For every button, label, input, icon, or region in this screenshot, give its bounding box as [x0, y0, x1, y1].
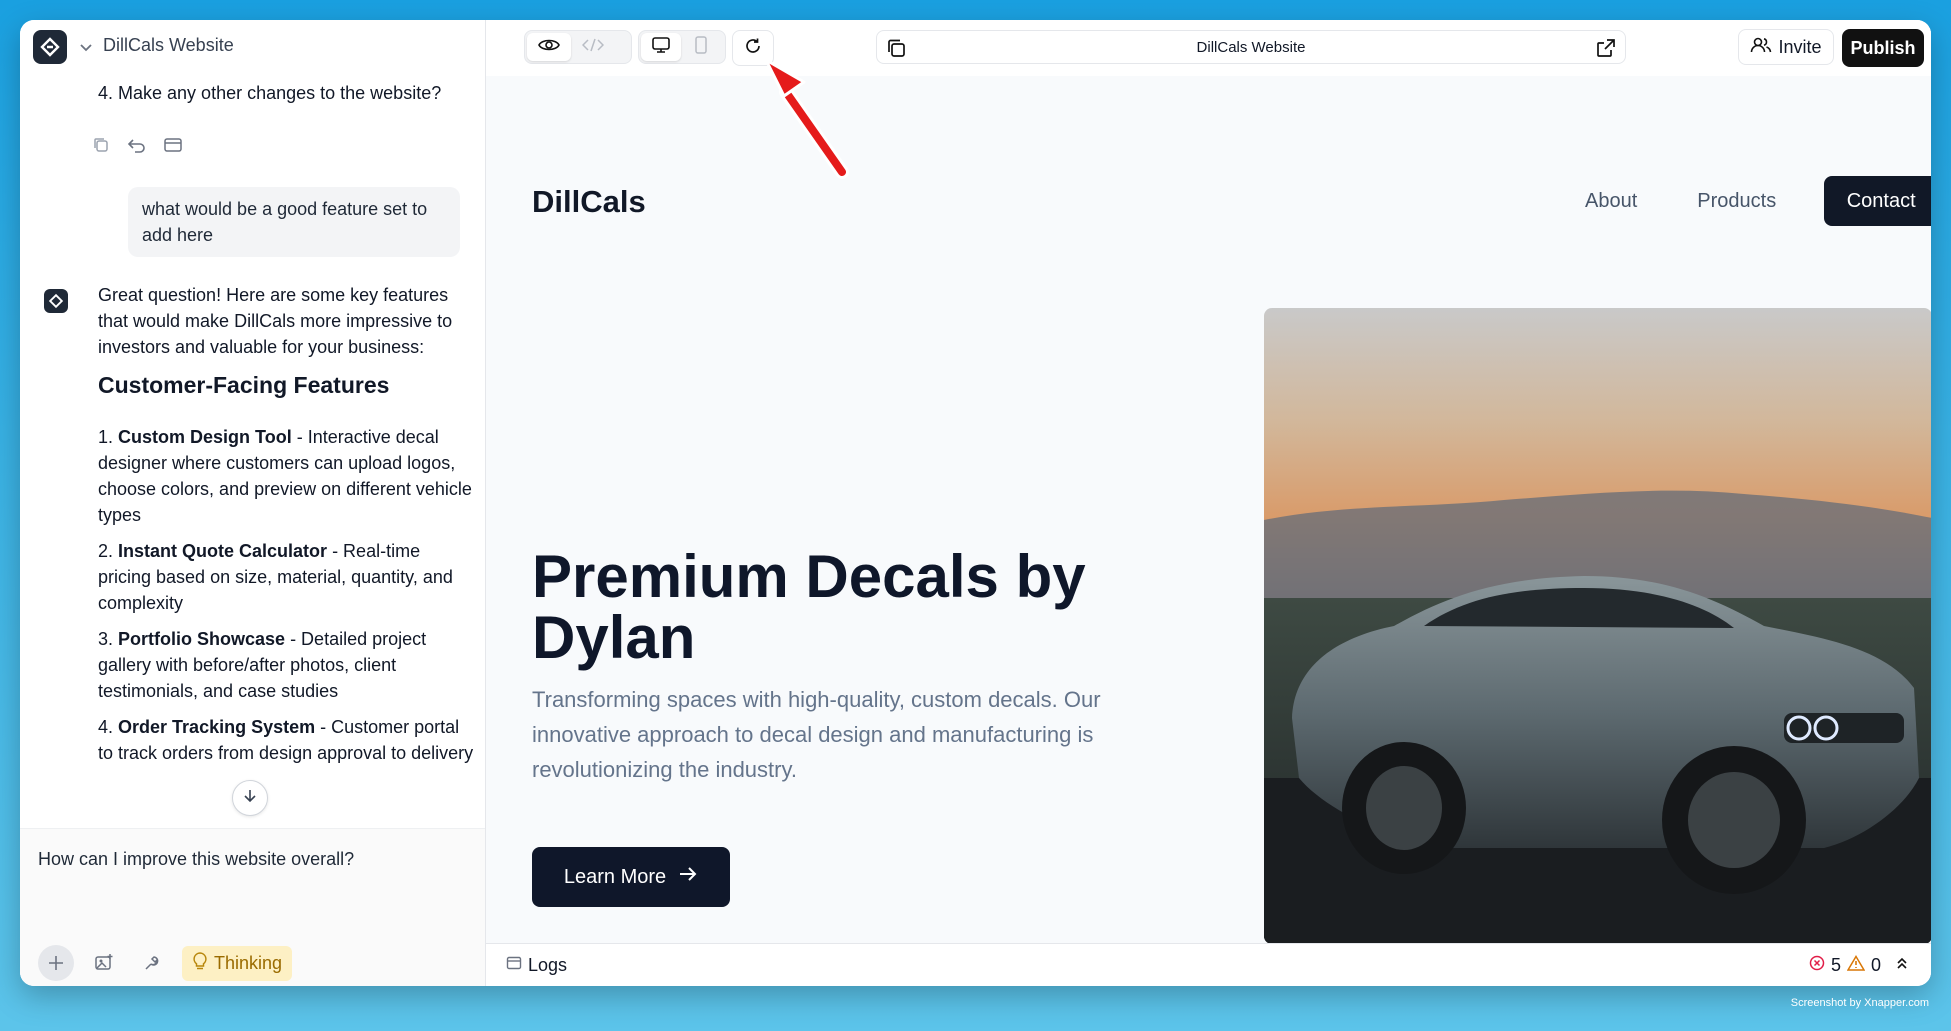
undo-icon[interactable]: [126, 134, 148, 156]
thinking-toggle[interactable]: Thinking: [182, 945, 293, 981]
app-window: DillCals Website 4. Make any other chang…: [20, 20, 1931, 986]
chat-sidebar: DillCals Website 4. Make any other chang…: [20, 20, 486, 986]
list-item: 2. Instant Quote Calculator - Real-time …: [98, 541, 453, 613]
card-view-icon[interactable]: [162, 134, 184, 156]
sidebar-header: DillCals Website: [20, 20, 485, 74]
hero-title: Premium Decals by Dylan: [532, 543, 1086, 671]
warning-count: 0: [1870, 955, 1881, 975]
learn-more-button[interactable]: Learn More: [532, 847, 730, 907]
list-item: 3. Portfolio Showcase - Detailed project…: [98, 629, 427, 701]
scroll-down-button[interactable]: [232, 780, 268, 816]
assistant-intro: Great question! Here are some key featur…: [98, 285, 453, 357]
external-link-icon[interactable]: [1595, 37, 1617, 59]
code-icon: [581, 37, 605, 58]
add-attachment-button[interactable]: [38, 945, 74, 981]
website-preview: DillCals About Products Contact Premium …: [486, 76, 1931, 943]
hero-subtitle: Transforming spaces with high-quality, c…: [532, 687, 1101, 782]
phone-icon: [694, 35, 708, 60]
url-bar[interactable]: DillCals Website: [876, 30, 1626, 64]
chevrons-up-icon[interactable]: [1895, 955, 1909, 976]
refresh-button[interactable]: [732, 30, 774, 66]
lightbulb-icon: [192, 951, 208, 975]
url-title: DillCals Website: [1196, 39, 1306, 56]
desktop-view-button[interactable]: [641, 33, 681, 61]
invite-label: Invite: [1778, 36, 1822, 57]
preview-panel: DillCals Website Invite Publish DillCals…: [486, 20, 1931, 986]
thinking-label: Thinking: [214, 952, 283, 973]
error-icon: [1809, 955, 1825, 976]
list-item: 4. Order Tracking System - Customer port…: [98, 717, 474, 763]
preview-toolbar: DillCals Website Invite Publish: [486, 20, 1931, 77]
list-item: 1. Custom Design Tool - Interactive deca…: [98, 427, 472, 525]
code-view-button[interactable]: [571, 33, 615, 61]
assistant-avatar-icon: [44, 289, 68, 313]
users-icon: [1750, 36, 1772, 59]
mobile-view-button[interactable]: [681, 33, 721, 61]
copy-icon[interactable]: [90, 134, 112, 156]
chevron-down-icon[interactable]: [76, 37, 96, 57]
warning-icon: [1846, 955, 1866, 976]
eye-icon: [538, 37, 560, 58]
logs-toggle[interactable]: Logs: [506, 955, 567, 976]
arrow-right-icon: [678, 865, 698, 889]
publish-button[interactable]: Publish: [1842, 29, 1924, 67]
nav-about-link[interactable]: About: [1585, 190, 1637, 213]
logs-bar: Logs 5 0: [486, 943, 1931, 986]
watermark: Screenshot by Xnapper.com: [1790, 997, 1929, 1009]
user-message-bubble: what would be a good feature set to add …: [128, 187, 460, 257]
monitor-icon: [651, 36, 671, 59]
nav-contact-button[interactable]: Contact: [1824, 176, 1931, 226]
previous-message-tail: 4. Make any other changes to the website…: [98, 83, 442, 103]
tools-button[interactable]: [134, 945, 170, 981]
learn-more-label: Learn More: [563, 865, 667, 888]
view-mode-toggle: [524, 30, 632, 64]
site-nav: About Products Contact: [1585, 176, 1931, 226]
log-counts[interactable]: 5 0: [1809, 955, 1909, 976]
arrow-down-icon: [242, 788, 258, 809]
feature-list: 1. Custom Design Tool - Interactive deca…: [98, 424, 476, 776]
composer-tools: Thinking: [38, 945, 293, 981]
assistant-heading: Customer-Facing Features: [98, 372, 390, 398]
device-toggle: [638, 30, 726, 64]
hero-car-image: [1264, 308, 1931, 943]
image-upload-button[interactable]: [86, 945, 122, 981]
error-count: 5: [1830, 955, 1841, 975]
app-logo-icon[interactable]: [33, 30, 67, 64]
site-brand[interactable]: DillCals: [532, 184, 646, 220]
logs-label: Logs: [528, 955, 568, 975]
invite-button[interactable]: Invite: [1738, 29, 1834, 65]
project-title[interactable]: DillCals Website: [103, 35, 234, 56]
logs-icon: [506, 955, 522, 976]
nav-products-link[interactable]: Products: [1697, 190, 1776, 213]
preview-view-button[interactable]: [527, 33, 571, 61]
message-actions: [90, 134, 184, 156]
message-composer: How can I improve this website overall? …: [20, 828, 485, 986]
refresh-icon: [744, 37, 762, 60]
chat-messages[interactable]: 4. Make any other changes to the website…: [20, 74, 485, 828]
message-input[interactable]: How can I improve this website overall?: [38, 849, 354, 870]
